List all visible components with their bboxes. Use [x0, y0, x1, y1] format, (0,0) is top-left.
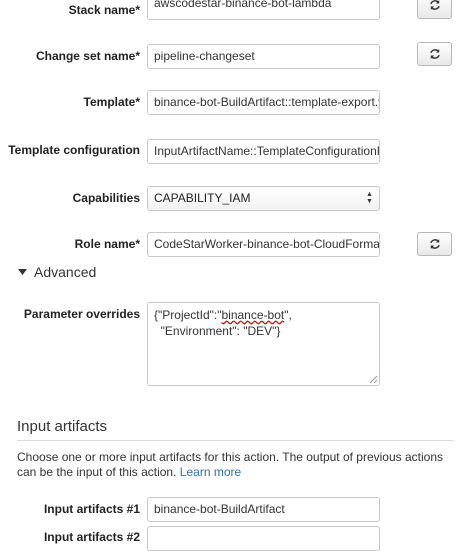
capabilities-select[interactable]: CAPABILITY_IAM ▲ ▼ — [147, 186, 380, 211]
role-name-input[interactable]: CodeStarWorker-binance-bot-CloudFormatio… — [147, 232, 380, 257]
parameter-overrides-textarea[interactable]: {"ProjectId":"binance-bot", "Environment… — [147, 302, 380, 386]
capabilities-label: Capabilities — [72, 191, 140, 205]
role-name-refresh-button[interactable] — [417, 232, 452, 256]
select-arrows-icon: ▲ ▼ — [366, 191, 373, 205]
capabilities-selected-value: CAPABILITY_IAM — [154, 191, 251, 205]
parameter-overrides-line-2: "Environment": "DEV"} — [154, 324, 281, 338]
parameter-overrides-label: Parameter overrides — [23, 307, 140, 321]
input-artifact-1-input[interactable]: binance-bot-BuildArtifact — [147, 497, 380, 522]
advanced-toggle[interactable]: Advanced — [18, 264, 96, 280]
caret-down-icon — [18, 269, 27, 275]
template-configuration-label: Template configuration — [8, 143, 140, 157]
role-name-label: Role name* — [74, 237, 140, 251]
template-label: Template* — [83, 95, 140, 109]
spellcheck-word: binance-bot — [221, 308, 285, 322]
input-artifacts-description: Choose one or more input artifacts for t… — [17, 450, 444, 479]
stack-name-input[interactable]: awscodestar-binance-bot-lambda — [147, 0, 380, 20]
change-set-refresh-button[interactable] — [417, 42, 452, 66]
refresh-icon — [429, 49, 440, 59]
stack-name-refresh-button[interactable] — [417, 0, 452, 19]
input-artifact-1-label: Input artifacts #1 — [43, 502, 140, 516]
template-configuration-input[interactable]: InputArtifactName::TemplateConfiguration… — [147, 139, 380, 164]
refresh-icon — [429, 239, 440, 249]
section-divider — [17, 440, 454, 441]
template-input[interactable]: binance-bot-BuildArtifact::template-expo… — [147, 90, 380, 115]
input-artifact-2-input[interactable] — [147, 526, 380, 551]
stack-name-label: Stack name* — [68, 3, 140, 17]
refresh-icon — [429, 0, 440, 10]
change-set-name-input[interactable]: pipeline-changeset — [147, 44, 380, 69]
parameter-overrides-line-1: {"ProjectId":"binance-bot", — [154, 308, 292, 322]
input-artifact-2-label: Input artifacts #2 — [43, 530, 140, 544]
learn-more-link[interactable]: Learn more — [180, 465, 241, 479]
resize-grip-icon[interactable] — [369, 375, 378, 384]
change-set-name-label: Change set name* — [35, 49, 140, 63]
advanced-title: Advanced — [34, 264, 97, 280]
input-artifacts-title: Input artifacts — [17, 418, 108, 435]
